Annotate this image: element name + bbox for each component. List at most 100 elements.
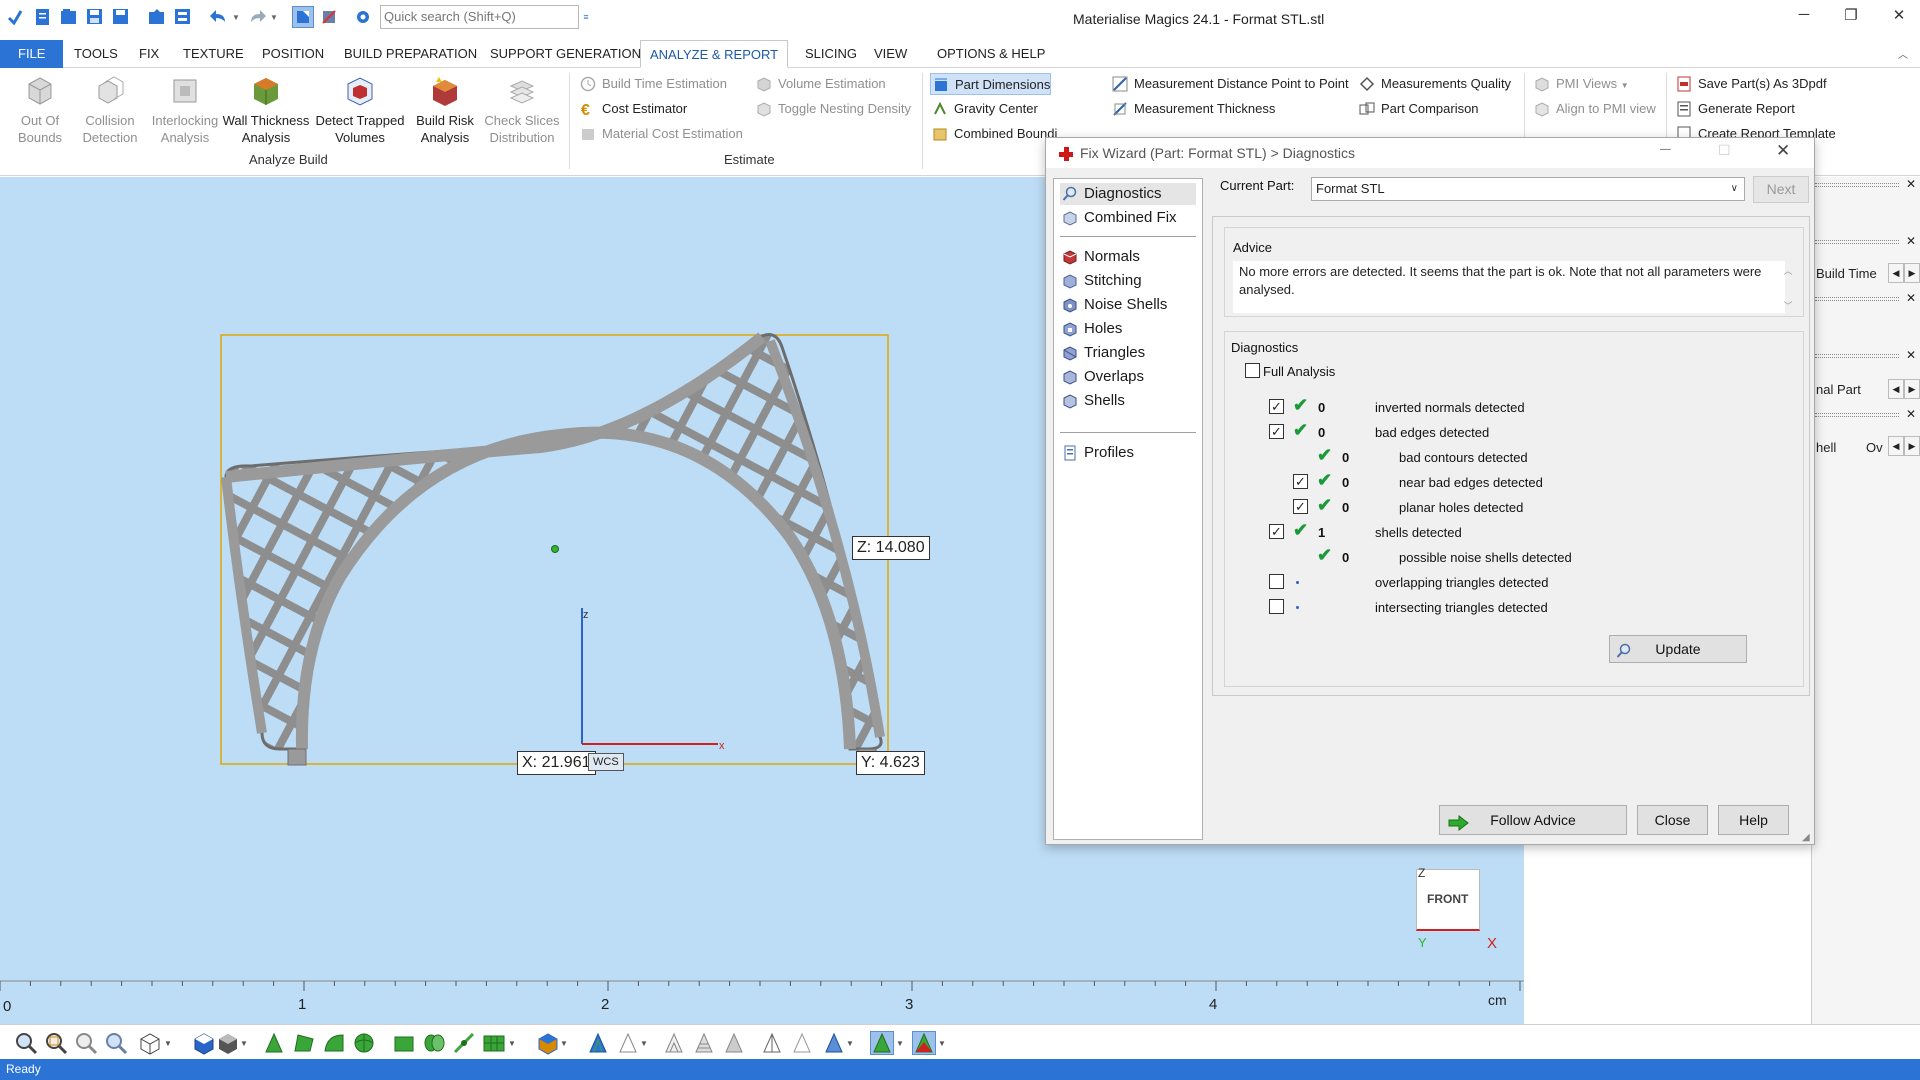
panel-grip[interactable]	[1815, 413, 1899, 417]
tab-options-help[interactable]: OPTIONS & HELP	[928, 40, 1054, 68]
measurement-distance-button[interactable]: Measurement Distance Point to Point	[1110, 73, 1349, 95]
measurement-thickness-button[interactable]: Measurement Thickness	[1110, 98, 1275, 120]
follow-advice-button[interactable]: Follow Advice	[1439, 805, 1627, 835]
import-icon[interactable]	[146, 6, 168, 28]
nav-item-holes[interactable]: Holes	[1060, 318, 1122, 340]
near-bad-edges-checkbox[interactable]: ✓	[1293, 474, 1308, 489]
wireframe-light-icon[interactable]	[790, 1031, 814, 1055]
detect-trapped-volumes-button[interactable]: Detect Trapped Volumes	[312, 74, 408, 146]
shade-dropdown-icon[interactable]: ▼	[240, 1031, 250, 1055]
triangle-green-icon[interactable]	[262, 1031, 286, 1055]
pmi-views-button[interactable]: PMI Views ▼	[1532, 73, 1629, 95]
planar-holes-checkbox[interactable]: ✓	[1293, 499, 1308, 514]
view-cube-toolbar-icon[interactable]	[138, 1031, 162, 1055]
tab-fix[interactable]: FIX	[130, 40, 168, 68]
map-dropdown-icon[interactable]: ▼	[508, 1031, 518, 1055]
select-parts-icon[interactable]	[292, 6, 314, 28]
tab-support-generation[interactable]: SUPPORT GENERATION	[481, 40, 650, 68]
tab-scroll-left-icon[interactable]: ◀	[1888, 436, 1904, 456]
tab-scroll-left-icon[interactable]: ◀	[1888, 379, 1904, 399]
render-dropdown-icon[interactable]: ▼	[846, 1031, 856, 1055]
mesh-fill-icon[interactable]	[722, 1031, 746, 1055]
collision-detection-button[interactable]: Collision Detection	[76, 74, 144, 146]
triangle-selected-icon[interactable]	[870, 1031, 894, 1055]
nav-item-noise-shells[interactable]: Noise Shells	[1060, 294, 1167, 316]
redo-icon[interactable]	[246, 6, 268, 28]
tab-scroll-left-icon[interactable]: ◀	[1888, 263, 1904, 283]
nav-item-overlaps[interactable]: Overlaps	[1060, 366, 1144, 388]
cost-estimator-button[interactable]: € Cost Estimator	[578, 98, 687, 120]
build-time-estimation-button[interactable]: Build Time Estimation	[578, 73, 727, 95]
color-dropdown-icon[interactable]: ▼	[560, 1031, 570, 1055]
interlocking-analysis-button[interactable]: Interlocking Analysis	[148, 74, 222, 146]
app-logo-icon[interactable]	[4, 6, 26, 28]
triangle-multicolor-icon[interactable]	[912, 1031, 936, 1055]
view-cube[interactable]: FRONT	[1416, 869, 1480, 931]
mesh-wire-icon[interactable]	[662, 1031, 686, 1055]
tab-position[interactable]: POSITION	[253, 40, 333, 68]
panel-grip[interactable]	[1815, 297, 1899, 301]
box-view-icon[interactable]	[192, 1031, 216, 1055]
out-of-bounds-button[interactable]: Out Of Bounds	[12, 74, 68, 146]
triangle-dropdown-icon[interactable]: ▼	[640, 1031, 650, 1055]
nav-item-combined-fix[interactable]: Combined Fix	[1060, 207, 1177, 229]
close-button[interactable]: Close	[1637, 805, 1708, 835]
dialog-title-bar[interactable]: Fix Wizard (Part: Format STL) > Diagnost…	[1046, 138, 1814, 168]
nav-item-profiles[interactable]: Profiles	[1060, 442, 1134, 464]
resize-grip-icon[interactable]: ◢	[1802, 832, 1810, 843]
tab-view[interactable]: VIEW	[865, 40, 916, 68]
volume-estimation-button[interactable]: Volume Estimation	[754, 73, 886, 95]
tab-slicing[interactable]: SLICING	[796, 40, 866, 68]
combined-bounding-box-button[interactable]: Combined Bounding Box	[930, 123, 1058, 145]
panel-grip[interactable]	[1815, 183, 1899, 187]
original-part-tab[interactable]: nal Part	[1816, 382, 1861, 397]
triangle-outline-icon[interactable]	[616, 1031, 640, 1055]
part-dimensions-button[interactable]: Part Dimensions	[930, 73, 1052, 95]
toggle-nesting-density-button[interactable]: Toggle Nesting Density	[754, 98, 911, 120]
search-dropdown-icon[interactable]: ≡	[580, 6, 592, 28]
intersecting-triangles-checkbox[interactable]	[1269, 599, 1284, 614]
dialog-minimize-icon[interactable]: ─	[1660, 141, 1671, 158]
save-icon[interactable]	[84, 6, 106, 28]
tab-scroll-right-icon[interactable]: ▶	[1904, 263, 1920, 283]
full-analysis-checkbox[interactable]	[1245, 363, 1260, 378]
overview-tab[interactable]: Ov	[1866, 440, 1883, 455]
tab-scroll-right-icon[interactable]: ▶	[1904, 379, 1920, 399]
check-slices-distribution-button[interactable]: Check Slices Distribution	[482, 74, 562, 146]
gravity-center-button[interactable]: Gravity Center	[930, 98, 1038, 120]
redo-dropdown-icon[interactable]: ▼	[268, 6, 280, 28]
current-part-select[interactable]: Format STL ∨	[1311, 177, 1745, 201]
advice-scrollbar[interactable]: ︿ ﹀	[1780, 262, 1796, 312]
nav-item-stitching[interactable]: Stitching	[1060, 270, 1142, 292]
zoom-parts-icon[interactable]	[74, 1031, 98, 1055]
export-icon[interactable]	[172, 6, 194, 28]
shells-checkbox[interactable]: ✓	[1269, 524, 1284, 539]
zoom-icon[interactable]	[14, 1031, 38, 1055]
shell-tab[interactable]: hell	[1816, 440, 1836, 455]
view-dropdown-icon[interactable]: ▼	[164, 1031, 174, 1055]
save-all-icon[interactable]	[110, 6, 132, 28]
dialog-maximize-icon[interactable]: ☐	[1718, 142, 1731, 159]
update-button[interactable]: Update	[1609, 635, 1747, 663]
generate-report-button[interactable]: Generate Report	[1674, 98, 1795, 120]
undo-icon[interactable]	[208, 6, 230, 28]
tab-build-preparation[interactable]: BUILD PREPARATION	[335, 40, 486, 68]
panel-close-icon[interactable]: ✕	[1906, 177, 1916, 191]
new-file-icon[interactable]	[32, 6, 54, 28]
next-button[interactable]: Next	[1753, 176, 1809, 203]
panel-close-icon[interactable]: ✕	[1906, 234, 1916, 248]
panel-close-icon[interactable]: ✕	[1906, 291, 1916, 305]
tab-texture[interactable]: TEXTURE	[174, 40, 253, 68]
overlapping-triangles-checkbox[interactable]	[1269, 574, 1284, 589]
dialog-close-icon[interactable]: ✕	[1776, 141, 1790, 161]
sphere-icon[interactable]	[352, 1031, 376, 1055]
zoom-selected-icon[interactable]	[104, 1031, 128, 1055]
quick-search-input[interactable]: Quick search (Shift+Q)	[380, 5, 579, 29]
align-pmi-view-button[interactable]: Align to PMI view	[1532, 98, 1656, 120]
tab-scroll-right-icon[interactable]: ▶	[1904, 436, 1920, 456]
help-button[interactable]: Help	[1718, 805, 1789, 835]
part-comparison-button[interactable]: Part Comparison	[1357, 98, 1479, 120]
part-color-icon[interactable]	[536, 1031, 560, 1055]
selected-dropdown-icon[interactable]: ▼	[896, 1031, 906, 1055]
triangle-blue-fill-icon[interactable]	[822, 1031, 846, 1055]
